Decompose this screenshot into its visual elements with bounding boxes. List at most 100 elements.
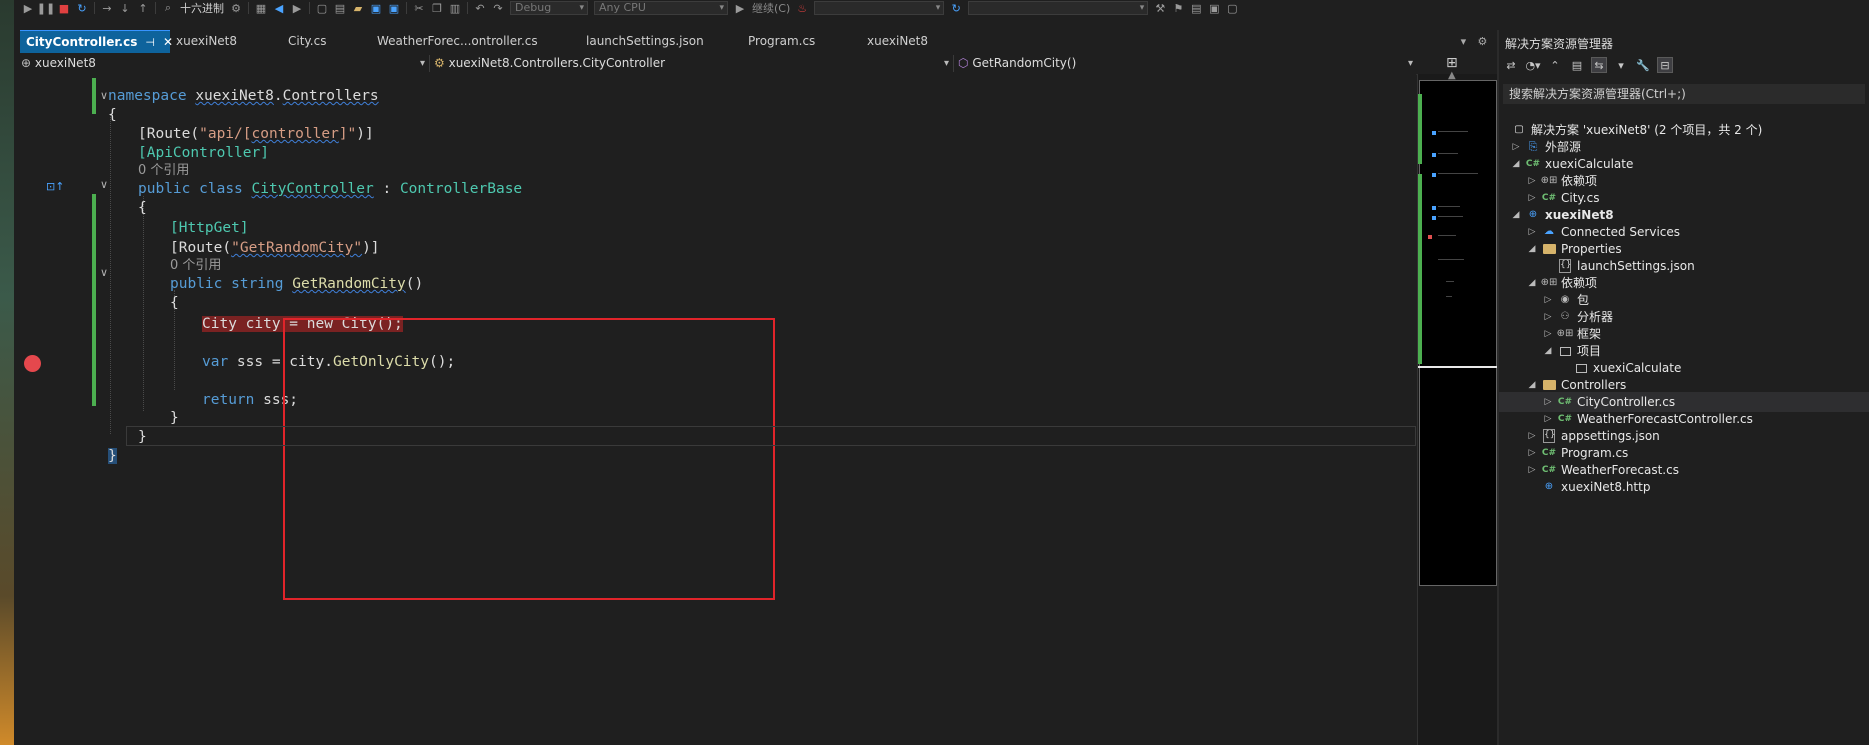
collapse-icon[interactable]: ∨: [98, 178, 110, 191]
tool-icon-1[interactable]: ⚒: [1154, 2, 1166, 15]
dependencies-icon: ⊕⊞: [1540, 175, 1558, 186]
collapse-all-icon[interactable]: ⌃: [1547, 57, 1563, 73]
chevron-down-icon: ▾: [419, 58, 425, 69]
search-icon[interactable]: ⌕: [162, 1, 174, 14]
step-over-icon[interactable]: →: [101, 2, 113, 15]
tab-citycontroller[interactable]: CityController.cs ⊣ ✕: [20, 30, 173, 53]
copy-icon[interactable]: ❐: [431, 2, 443, 15]
minimap-breakpoint-marker: [1428, 235, 1432, 239]
navigate-forward-icon[interactable]: ▶: [291, 2, 303, 15]
package-icon: ◉: [1560, 294, 1570, 305]
play-icon[interactable]: ▶: [22, 2, 34, 15]
refresh-icon[interactable]: ↻: [950, 2, 962, 15]
restart-icon[interactable]: ↻: [76, 2, 88, 15]
member-dropdown-value: GetRandomCity(): [972, 56, 1077, 70]
folder-icon: [1541, 377, 1557, 393]
tab-list-dropdown-icon[interactable]: ▾: [1461, 35, 1467, 48]
paste-icon[interactable]: ▥: [449, 2, 461, 15]
chevron-down-icon: ▾: [943, 58, 949, 69]
tab-launchsettings[interactable]: launchSettings.json: [580, 30, 742, 53]
code-line: [HttpGet]: [170, 220, 249, 236]
csharp-project-icon: C#: [1525, 159, 1541, 169]
code-line: [Route("GetRandomCity")]: [170, 240, 380, 256]
threads-icon[interactable]: ⚙: [230, 2, 242, 15]
breakpoint-icon[interactable]: [24, 355, 41, 372]
sync-with-active-document-icon[interactable]: ⇆: [1591, 57, 1607, 73]
layout-icon[interactable]: ▦: [255, 2, 267, 15]
minimap-line: [1438, 153, 1458, 154]
solution-explorer-search-input[interactable]: 搜索解决方案资源管理器(Ctrl+;): [1503, 84, 1865, 104]
framework-icon: ⊕⊞: [1556, 328, 1574, 339]
link-icon: ⎘: [1528, 140, 1538, 153]
project-dropdown[interactable]: ⊕ xuexiNet8 ▾: [18, 55, 430, 72]
preview-selected-items-icon[interactable]: ⊟: [1657, 57, 1673, 73]
tool-icon-2[interactable]: ⚑: [1172, 2, 1184, 15]
stop-icon[interactable]: ■: [58, 2, 70, 15]
minimap-line: [1438, 206, 1460, 207]
undo-icon[interactable]: ↶: [474, 2, 486, 15]
save-icon[interactable]: ▣: [370, 2, 382, 15]
new-project-icon[interactable]: ▢: [316, 2, 328, 15]
class-dropdown[interactable]: ⚙ xuexiNet8.Controllers.CityController ▾: [431, 55, 954, 72]
csharp-file-icon: C#: [1541, 465, 1557, 475]
tab-weatherforecastcontroller[interactable]: WeatherForec...ontroller.cs: [371, 30, 580, 53]
pin-icon[interactable]: ⊣: [145, 36, 155, 49]
startup-item-dropdown[interactable]: [814, 1, 945, 15]
hot-reload-icon[interactable]: ♨: [796, 2, 808, 15]
chevron-down-icon[interactable]: ▾: [1613, 57, 1629, 73]
tab-program[interactable]: Program.cs: [742, 30, 861, 53]
tree-file-http[interactable]: ⊕ xuexiNet8.http: [1499, 477, 1869, 497]
minimap-line: [1438, 259, 1464, 260]
minimap-marker: [1432, 131, 1436, 135]
breakpoint-margin[interactable]: [14, 74, 44, 745]
pause-icon[interactable]: ❚❚: [37, 2, 55, 15]
continue-icon[interactable]: ▶: [734, 2, 746, 15]
process-dropdown[interactable]: [968, 1, 1149, 15]
minimap-line: [1438, 173, 1478, 174]
change-marker: [92, 194, 96, 406]
properties-icon[interactable]: 🔧: [1635, 57, 1651, 73]
save-all-icon[interactable]: ▣: [388, 2, 400, 15]
step-into-icon[interactable]: ↓: [119, 2, 131, 15]
indent-guide: [110, 114, 111, 434]
tool-icon-4[interactable]: ▣: [1208, 2, 1220, 15]
solution-icon: ▢: [1514, 124, 1524, 135]
split-editor-icon[interactable]: ⊞: [1446, 55, 1458, 71]
hex-display-button[interactable]: 十六进制: [180, 0, 224, 16]
continue-button[interactable]: 继续(C): [752, 0, 790, 16]
minimap-marker: [1432, 153, 1436, 157]
highlight-box: [283, 318, 775, 600]
member-dropdown[interactable]: ⬡ GetRandomCity() ▾: [955, 55, 1417, 72]
new-file-icon[interactable]: ▤: [334, 2, 346, 15]
tab-xuexinet8[interactable]: xuexiNet8: [170, 30, 282, 53]
tool-icon-5[interactable]: ▢: [1226, 2, 1238, 15]
code-line: public class CityController : Controller…: [138, 181, 523, 197]
navigate-back-icon[interactable]: ◀: [273, 2, 285, 15]
cut-icon[interactable]: ✂: [413, 2, 425, 15]
codelens-references[interactable]: 0 个引用: [170, 256, 221, 276]
tab-label: xuexiNet8: [176, 34, 238, 48]
codelens-override-icon[interactable]: ⊡↑: [46, 180, 64, 193]
step-out-icon[interactable]: ↑: [137, 2, 149, 15]
minimap-marker: [1432, 206, 1436, 210]
document-tabs: CityController.cs ⊣ ✕ xuexiNet8 City.cs We…: [20, 30, 1490, 53]
minimap-viewport[interactable]: [1419, 80, 1497, 586]
code-line: [Route("api/[controller]")]: [138, 126, 374, 142]
configuration-dropdown[interactable]: Debug: [510, 1, 588, 15]
tab-label: Program.cs: [748, 34, 816, 48]
minimap-change-marker: [1418, 94, 1422, 164]
collapse-icon[interactable]: ∨: [98, 266, 110, 279]
platform-dropdown[interactable]: Any CPU: [594, 1, 728, 15]
tab-city[interactable]: City.cs: [282, 30, 371, 53]
redo-icon[interactable]: ↷: [492, 2, 504, 15]
switch-view-icon[interactable]: ⇄: [1503, 57, 1519, 73]
pending-changes-icon[interactable]: ◔▾: [1525, 57, 1541, 73]
codelens-references[interactable]: 0 个引用: [138, 161, 189, 181]
show-all-files-icon[interactable]: ▤: [1569, 57, 1585, 73]
open-folder-icon[interactable]: ▰: [352, 2, 364, 15]
tab-xuexinet8-2[interactable]: xuexiNet8: [861, 30, 973, 53]
minimap[interactable]: ▲: [1417, 70, 1498, 745]
class-dropdown-value: xuexiNet8.Controllers.CityController: [448, 56, 666, 70]
settings-icon[interactable]: ⚙: [1477, 35, 1487, 48]
tool-icon-3[interactable]: ▤: [1190, 2, 1202, 15]
